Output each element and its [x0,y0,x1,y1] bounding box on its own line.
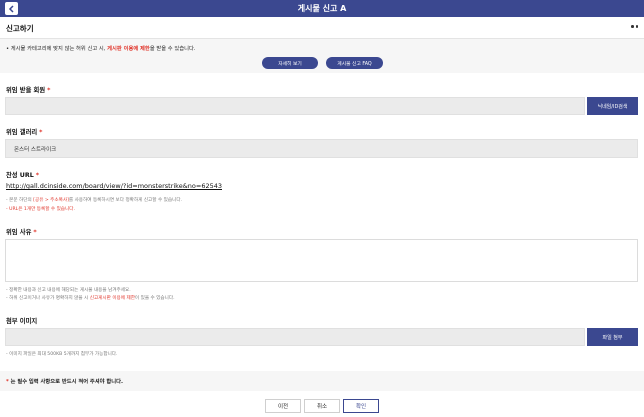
url-hint-1: - 본문 하단의 [공유 > 주소복사]를 사용하여 등록하시면 보다 정확하게… [6,198,183,203]
reason-hint-1: - 정확한 내용과 신고 내용에 해당되는 게시물 내용을 남겨주세요. [6,288,131,293]
more-dots-icon[interactable] [631,25,638,28]
notice-highlight: 게시판 이용에 제한 [107,46,150,52]
top-bar: 게시물 신고 A [0,0,644,17]
required-notice-text: * 는 필수 입력 사항으로 반드시 적어 주셔야 합니다. [6,379,124,385]
prev-button[interactable]: 이전 [265,399,301,413]
reason-hint-2: - 허위 신고이거나 사유가 명확하지 않을 시 신고게시판 이용에 제한이 있… [6,296,175,301]
notice-text: • 게시물 카테고리에 맞지 않는 허위 신고 시, 게시판 이용에 제한을 받… [6,46,196,52]
confirm-button[interactable]: 확인 [343,399,379,413]
url-label: 찬성 URL * [6,172,40,179]
nickname-search-button[interactable]: 닉네임/ID검색 [587,97,638,115]
sub-header: 신고하기 [0,17,644,39]
url-hint-2: - URL은 1개만 등록할 수 있습니다. [6,207,75,212]
reason-label: 위임 사유 * [6,229,37,236]
reason-textarea[interactable] [5,239,638,282]
section-title: 신고하기 [6,24,34,33]
details-button[interactable]: 자세히 보기 [262,57,318,69]
page-title: 게시물 신고 A [297,4,347,13]
file-attach-button[interactable]: 파일 첨부 [587,328,638,346]
gallery-field: 몬스터 스트라이크 [5,139,638,158]
recommend-url-link[interactable]: http://gall.dcinside.com/board/view/?id=… [6,182,222,190]
cancel-button[interactable]: 취소 [304,399,340,413]
attachment-hint: - 이미지 파일은 최대 500KB 5개까지 첨부가 가능합니다. [6,352,118,357]
required-notice: * 는 필수 입력 사항으로 반드시 적어 주셔야 합니다. [0,371,644,391]
target-user-label: 위임 받을 회원 * [6,87,51,94]
attachment-field [5,328,585,346]
target-user-input[interactable] [5,97,585,115]
notice-area: • 게시물 카테고리에 맞지 않는 허위 신고 시, 게시판 이용에 제한을 받… [0,39,644,73]
attachment-label: 첨부 이미지 [6,318,38,325]
gallery-label: 위임 갤러리 * [6,129,43,136]
faq-button[interactable]: 게시물 신고 FAQ [326,57,383,69]
